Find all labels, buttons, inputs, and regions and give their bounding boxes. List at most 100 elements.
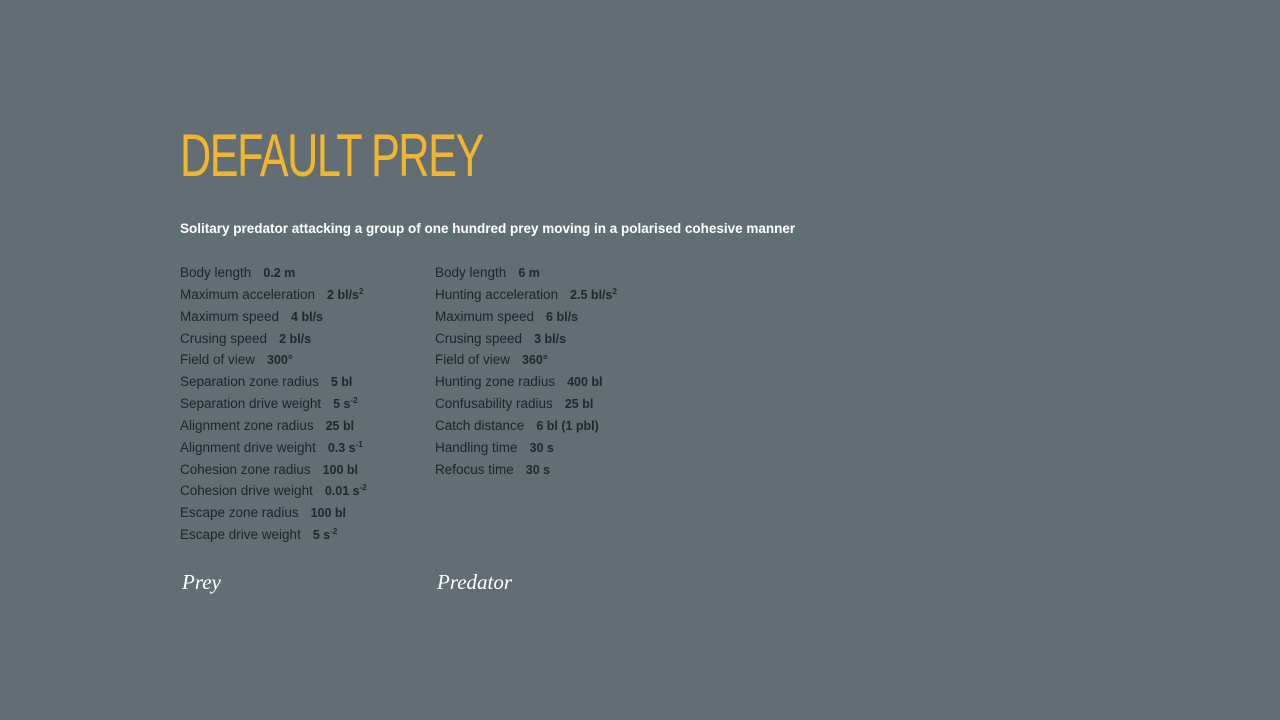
predator-param-row: Confusability radius 25 bl — [435, 393, 617, 415]
param-value-text: 30 s — [525, 462, 551, 477]
param-label: Hunting acceleration — [435, 286, 559, 302]
param-value-text: 3 bl/s — [534, 331, 567, 346]
param-value: 6 bl (1 pbl) — [536, 419, 599, 433]
param-value-text: 300° — [267, 353, 293, 368]
param-label: Crusing speed — [435, 330, 523, 346]
param-value: 0.2 m — [263, 266, 295, 280]
param-value-text: 0.3 s — [327, 440, 356, 455]
prey-param-row: Crusing speed 2 bl/s — [180, 328, 367, 350]
predator-param-row: Handling time 30 s — [435, 437, 617, 459]
predator-param-row: Crusing speed 3 bl/s — [435, 328, 617, 350]
param-value-text: 25 bl — [564, 397, 594, 412]
predator-param-row: Field of view 360° — [435, 349, 617, 371]
prey-param-row: Body length 0.2 m — [180, 262, 367, 284]
param-exponent: 2 — [612, 286, 617, 296]
prey-param-row: Alignment zone radius 25 bl — [180, 415, 367, 437]
param-label: Crusing speed — [180, 330, 268, 346]
param-value: 0.3 s-1 — [327, 440, 363, 455]
param-label: Maximum speed — [435, 308, 535, 324]
param-label: Body length — [435, 265, 507, 280]
param-value: 30 s — [530, 441, 554, 455]
predator-param-row: Catch distance 6 bl (1 pbl) — [435, 415, 617, 437]
param-label: Handling time — [435, 439, 518, 455]
param-value: 2.5 bl/s2 — [570, 286, 617, 302]
param-value-text: 25 bl — [325, 418, 355, 433]
param-label: Escape zone radius — [180, 505, 299, 521]
param-value: 5 bl — [331, 375, 353, 389]
param-label: Cohesion drive weight — [180, 483, 313, 499]
predator-param-row: Hunting acceleration 2.5 bl/s2 — [435, 284, 617, 306]
param-value: 100 bl — [311, 506, 346, 520]
predator-param-row: Refocus time 30 s — [435, 459, 617, 481]
predator-param-row: Body length 6 m — [435, 262, 617, 284]
prey-param-row: Field of view 300° — [180, 349, 367, 371]
param-label: Refocus time — [435, 461, 514, 477]
param-label: Separation zone radius — [180, 374, 319, 390]
param-value-text: 0.01 s — [324, 484, 360, 499]
param-value: 3 bl/s — [534, 332, 566, 346]
param-value-text: 100 bl — [322, 462, 359, 477]
prey-param-row: Separation zone radius 5 bl — [180, 371, 367, 393]
param-value: 2 bl/s — [279, 332, 311, 346]
param-value: 5 s-2 — [333, 395, 358, 412]
param-value: 0.01 s-2 — [324, 483, 367, 499]
param-value-text: 6 bl (1 pbl) — [536, 418, 599, 433]
param-label: Hunting zone radius — [435, 374, 556, 390]
param-value: 6 bl/s — [546, 310, 578, 324]
predator-param-row: Hunting zone radius 400 bl — [435, 371, 617, 393]
param-label: Field of view — [435, 352, 511, 368]
predator-parameters-list: Body length 6 m Hunting acceleration 2.5 bl… — [435, 262, 617, 480]
param-exponent: 2 — [359, 286, 364, 296]
prey-param-row: Escape zone radius 100 bl — [180, 502, 367, 524]
predator-param-row: Maximum speed 6 bl/s — [435, 306, 617, 328]
param-value-text: 2 bl/s — [279, 331, 312, 346]
param-value-text: 6 m — [518, 266, 540, 280]
param-value-text: 6 bl/s — [546, 309, 579, 324]
param-exponent: -2 — [350, 395, 358, 405]
param-label: Alignment drive weight — [180, 439, 316, 455]
prey-param-row: Separation drive weight 5 s-2 — [180, 393, 367, 415]
param-value: 4 bl/s — [291, 310, 323, 324]
page-subtitle: Solitary predator attacking a group of o… — [180, 221, 796, 236]
param-value-text: 30 s — [529, 440, 554, 455]
prey-param-row: Cohesion drive weight 0.01 s-2 — [180, 480, 367, 502]
param-value: 25 bl — [565, 397, 594, 411]
param-label: Separation drive weight — [180, 396, 322, 412]
param-label: Escape drive weight — [180, 527, 301, 543]
param-label: Body length — [180, 265, 252, 280]
prey-parameters-list: Body length 0.2 m Maximum acceleration 2 bl… — [180, 262, 367, 546]
param-label: Maximum speed — [180, 308, 280, 324]
param-label: Alignment zone radius — [180, 417, 314, 433]
param-exponent: -2 — [330, 526, 338, 536]
param-label: Field of view — [180, 352, 256, 368]
param-value-text: 5 bl — [330, 375, 353, 390]
param-value-text: 360° — [522, 353, 548, 368]
param-value: 25 bl — [326, 419, 355, 433]
param-value-text: 100 bl — [310, 506, 347, 521]
param-value-text: 2 bl/s — [327, 287, 360, 302]
param-value-text: 2.5 bl/s — [570, 287, 613, 302]
param-label: Cohesion zone radius — [180, 461, 311, 477]
param-value: 30 s — [526, 463, 550, 477]
param-label: Catch distance — [435, 417, 525, 433]
prey-caption: Prey — [182, 570, 221, 594]
prey-param-row: Maximum acceleration 2 bl/s2 — [180, 284, 367, 306]
page-title: Default prey — [180, 122, 484, 189]
prey-param-row: Alignment drive weight 0.3 s-1 — [180, 437, 367, 459]
param-value-text: 400 bl — [567, 375, 603, 390]
param-label: Confusability radius — [435, 396, 553, 412]
param-value: 2 bl/s2 — [327, 286, 364, 302]
param-value-text: 4 bl/s — [291, 309, 324, 324]
prey-param-row: Cohesion zone radius 100 bl — [180, 459, 367, 481]
param-value-text: 0.2 m — [263, 266, 296, 280]
predator-caption: Predator — [437, 570, 513, 594]
param-value: 300° — [267, 353, 293, 367]
prey-param-row: Escape drive weight 5 s-2 — [180, 524, 367, 546]
param-value: 400 bl — [567, 375, 602, 389]
param-value-text: 5 s — [333, 397, 351, 412]
param-value: 6 m — [518, 266, 540, 280]
prey-param-row: Maximum speed 4 bl/s — [180, 306, 367, 328]
param-value: 360° — [522, 353, 548, 367]
param-label: Maximum acceleration — [180, 286, 316, 302]
param-exponent: -2 — [359, 483, 367, 493]
